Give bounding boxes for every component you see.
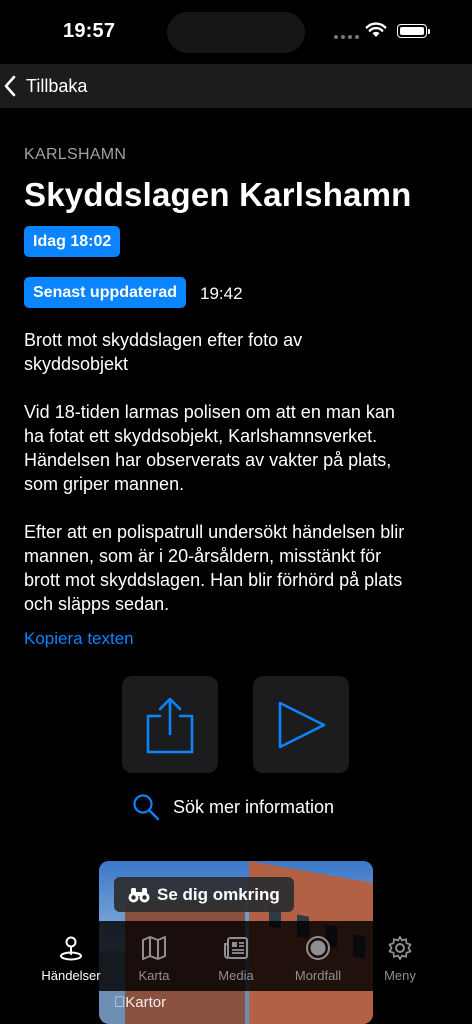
battery-icon <box>397 24 430 38</box>
dynamic-island <box>167 12 305 53</box>
map-icon <box>142 936 166 960</box>
copy-text-link[interactable]: Kopiera texten <box>24 629 134 649</box>
date-badge: Idag 18:02 <box>24 226 121 257</box>
pin-icon <box>60 936 82 961</box>
chevron-left-icon <box>4 75 16 97</box>
updated-time: 19:42 <box>200 284 243 303</box>
cellular-signal-icon <box>334 35 359 39</box>
record-icon <box>306 936 330 960</box>
back-label: Tillbaka <box>26 75 88 96</box>
share-button[interactable] <box>122 676 218 773</box>
search-more-button[interactable]: Sök mer information <box>132 793 334 821</box>
page-title: Skyddslagen Karlshamn <box>24 176 412 213</box>
back-button[interactable]: Tillbaka <box>2 70 87 102</box>
tab-label: Meny <box>384 968 416 983</box>
search-more-label: Sök mer information <box>173 796 335 817</box>
navigation-bar: Tillbaka <box>0 64 472 108</box>
maps-label: Kartor <box>114 994 166 1011</box>
status-time: 19:57 <box>63 20 116 42</box>
play-button[interactable] <box>253 676 349 773</box>
wifi-icon <box>365 22 387 37</box>
look-around-label: Se dig omkring <box>157 884 280 904</box>
gear-icon <box>388 936 412 960</box>
search-icon <box>133 794 160 821</box>
description-paragraph: Vid 18-tiden larmas polisen om att en ma… <box>24 402 395 494</box>
status-bar: 19:57 <box>0 0 472 64</box>
tab-label: Händelser <box>41 968 101 983</box>
tab-mordfall[interactable]: Mordfall <box>278 935 358 983</box>
tab-bar: Händelser Karta Media Mordfall Meny <box>0 921 472 991</box>
apple-maps-logo: Kartor <box>114 994 166 1011</box>
apple-icon:  <box>114 994 125 1011</box>
event-area: KARLSHAMN <box>24 146 127 163</box>
tab-label: Mordfall <box>294 968 342 983</box>
tab-label: Media <box>218 968 254 983</box>
tab-label: Karta <box>138 968 170 983</box>
share-icon <box>146 697 194 754</box>
binoculars-icon <box>128 887 150 902</box>
play-icon <box>278 701 326 749</box>
tab-media[interactable]: Media <box>196 935 276 983</box>
description-paragraph: Brott mot skyddslagen efter foto av skyd… <box>24 330 303 374</box>
updated-badge: Senast uppdaterad <box>24 277 187 308</box>
tab-meny[interactable]: Meny <box>360 935 440 983</box>
description-paragraph: Efter att en polispatrull undersökt händ… <box>24 522 405 614</box>
look-around-button[interactable]: Se dig omkring <box>114 877 294 912</box>
tab-handelser[interactable]: Händelser <box>31 935 111 983</box>
newspaper-icon <box>224 937 248 959</box>
event-description: Brott mot skyddslagen efter foto av skyd… <box>24 328 464 640</box>
tab-karta[interactable]: Karta <box>114 935 194 983</box>
